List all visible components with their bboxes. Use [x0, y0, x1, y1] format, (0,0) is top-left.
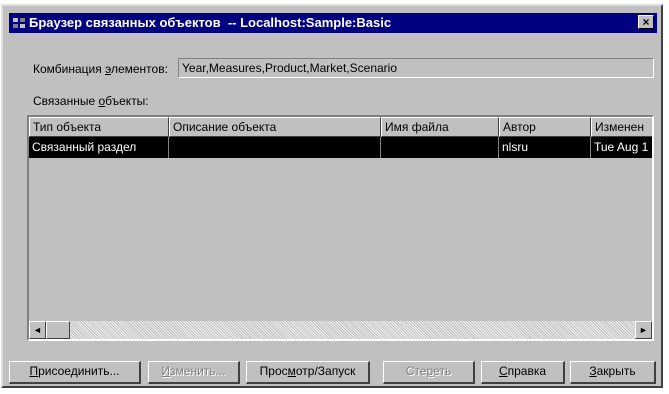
app-icon: [13, 18, 25, 28]
column-header-author[interactable]: Автор: [499, 117, 591, 137]
close-button[interactable]: Закрыть: [570, 361, 656, 384]
scroll-left-icon[interactable]: ◄: [29, 321, 46, 339]
help-button[interactable]: Справка: [481, 361, 565, 384]
cell-modified: Tue Aug 1: [591, 137, 652, 158]
window-title: Браузер связанных объектов -- Localhost:…: [29, 15, 392, 30]
scroll-thumb[interactable]: [46, 321, 70, 339]
close-icon[interactable]: ×: [638, 15, 654, 29]
linked-objects-list[interactable]: Тип объекта Описание объекта Имя файла А…: [27, 115, 654, 341]
attach-button[interactable]: Присоединить...: [9, 361, 141, 384]
column-header-description[interactable]: Описание объекта: [169, 117, 381, 137]
view-launch-button[interactable]: Просмотр/Запуск: [246, 361, 370, 384]
column-header-modified[interactable]: Изменен: [591, 117, 652, 137]
cell-file-name: [381, 137, 499, 158]
scroll-track[interactable]: [46, 321, 635, 339]
cell-object-type: Связанный раздел: [29, 137, 169, 158]
delete-button[interactable]: Стереть: [383, 361, 475, 384]
cell-description: [169, 137, 381, 158]
table-row[interactable]: Связанный раздел nlsru Tue Aug 1: [29, 137, 652, 158]
horizontal-scrollbar[interactable]: ◄ ►: [29, 321, 652, 339]
scroll-right-icon[interactable]: ►: [635, 321, 652, 339]
title-bar[interactable]: Браузер связанных объектов -- Localhost:…: [9, 13, 657, 33]
combination-field[interactable]: Year,Measures,Product,Market,Scenario: [178, 58, 654, 78]
column-header-object-type[interactable]: Тип объекта: [29, 117, 169, 137]
edit-button[interactable]: Изменить...: [148, 361, 240, 384]
linked-objects-label: Связанные объекты:: [33, 94, 149, 108]
column-header-file-name[interactable]: Имя файла: [381, 117, 499, 137]
cell-author: nlsru: [499, 137, 591, 158]
combination-label: Комбинация элементов:: [33, 62, 168, 76]
